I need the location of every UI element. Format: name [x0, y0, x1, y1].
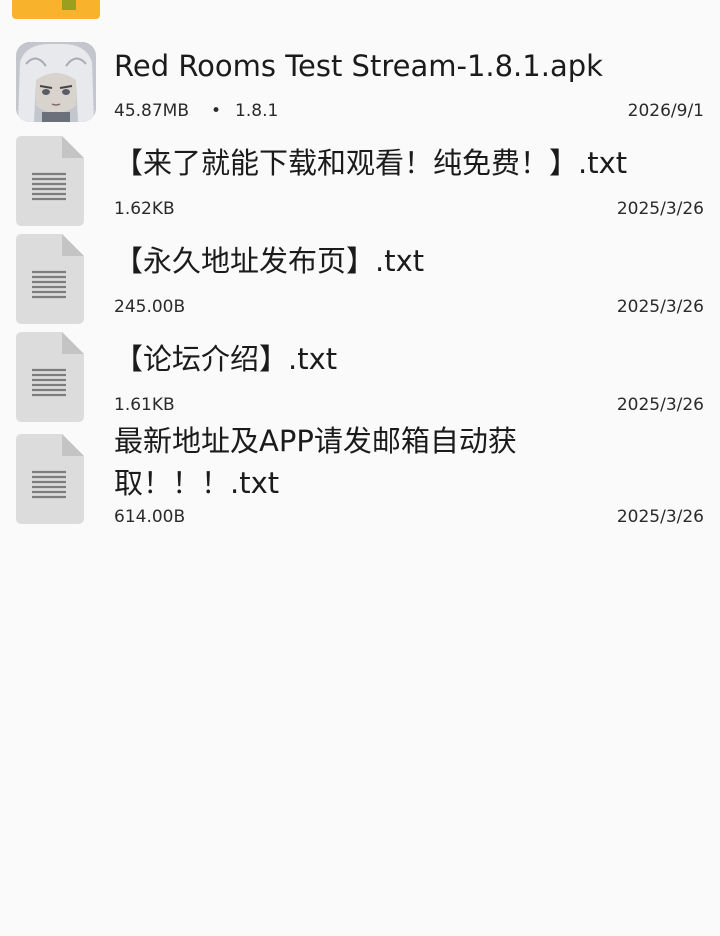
- file-name: 【永久地址发布页】.txt: [114, 244, 425, 278]
- text-file-icon: [16, 234, 84, 324]
- file-name: 【论坛介绍】.txt: [114, 342, 338, 376]
- file-size: 45.87MB: [114, 101, 189, 121]
- folder-icon[interactable]: [12, 0, 100, 19]
- file-date: 2025/3/26: [616, 199, 704, 219]
- list-item[interactable]: 【来了就能下载和观看！纯免费！】.txt 1.62KB 2025/3/26: [0, 136, 720, 234]
- file-date: 2025/3/26: [616, 507, 704, 527]
- list-item[interactable]: 【永久地址发布页】.txt 245.00B 2025/3/26: [0, 234, 720, 332]
- meta-separator: •: [211, 101, 222, 121]
- file-date: 2026/9/1: [627, 101, 704, 121]
- file-size: 1.61KB: [114, 395, 175, 415]
- text-file-icon: [16, 332, 84, 422]
- file-name: 最新地址及APP请发邮箱自动获取！！！.txt: [114, 424, 517, 500]
- file-meta: 45.87MB • 1.8.1 2026/9/1: [114, 100, 704, 122]
- file-name: Red Rooms Test Stream-1.8.1.apk: [114, 49, 603, 83]
- app-icon: [16, 42, 96, 122]
- file-date: 2025/3/26: [616, 395, 704, 415]
- text-file-icon: [16, 434, 84, 524]
- file-meta: 245.00B 2025/3/26: [114, 296, 704, 318]
- file-meta: 614.00B 2025/3/26: [114, 506, 704, 528]
- file-meta: 1.61KB 2025/3/26: [114, 394, 704, 416]
- text-file-icon: [16, 136, 84, 226]
- file-list: Red Rooms Test Stream-1.8.1.apk 45.87MB …: [0, 38, 720, 540]
- file-name: 【来了就能下载和观看！纯免费！】.txt: [114, 146, 628, 180]
- list-item[interactable]: 最新地址及APP请发邮箱自动获取！！！.txt 614.00B 2025/3/2…: [0, 424, 720, 540]
- list-item[interactable]: 【论坛介绍】.txt 1.61KB 2025/3/26: [0, 332, 720, 430]
- list-item[interactable]: Red Rooms Test Stream-1.8.1.apk 45.87MB …: [0, 38, 720, 136]
- file-size: 1.62KB: [114, 199, 175, 219]
- file-size: 245.00B: [114, 297, 186, 317]
- file-meta: 1.62KB 2025/3/26: [114, 198, 704, 220]
- file-date: 2025/3/26: [616, 297, 704, 317]
- file-size: 614.00B: [114, 507, 186, 527]
- folder-tab: [62, 0, 76, 10]
- file-version: 1.8.1: [235, 101, 279, 121]
